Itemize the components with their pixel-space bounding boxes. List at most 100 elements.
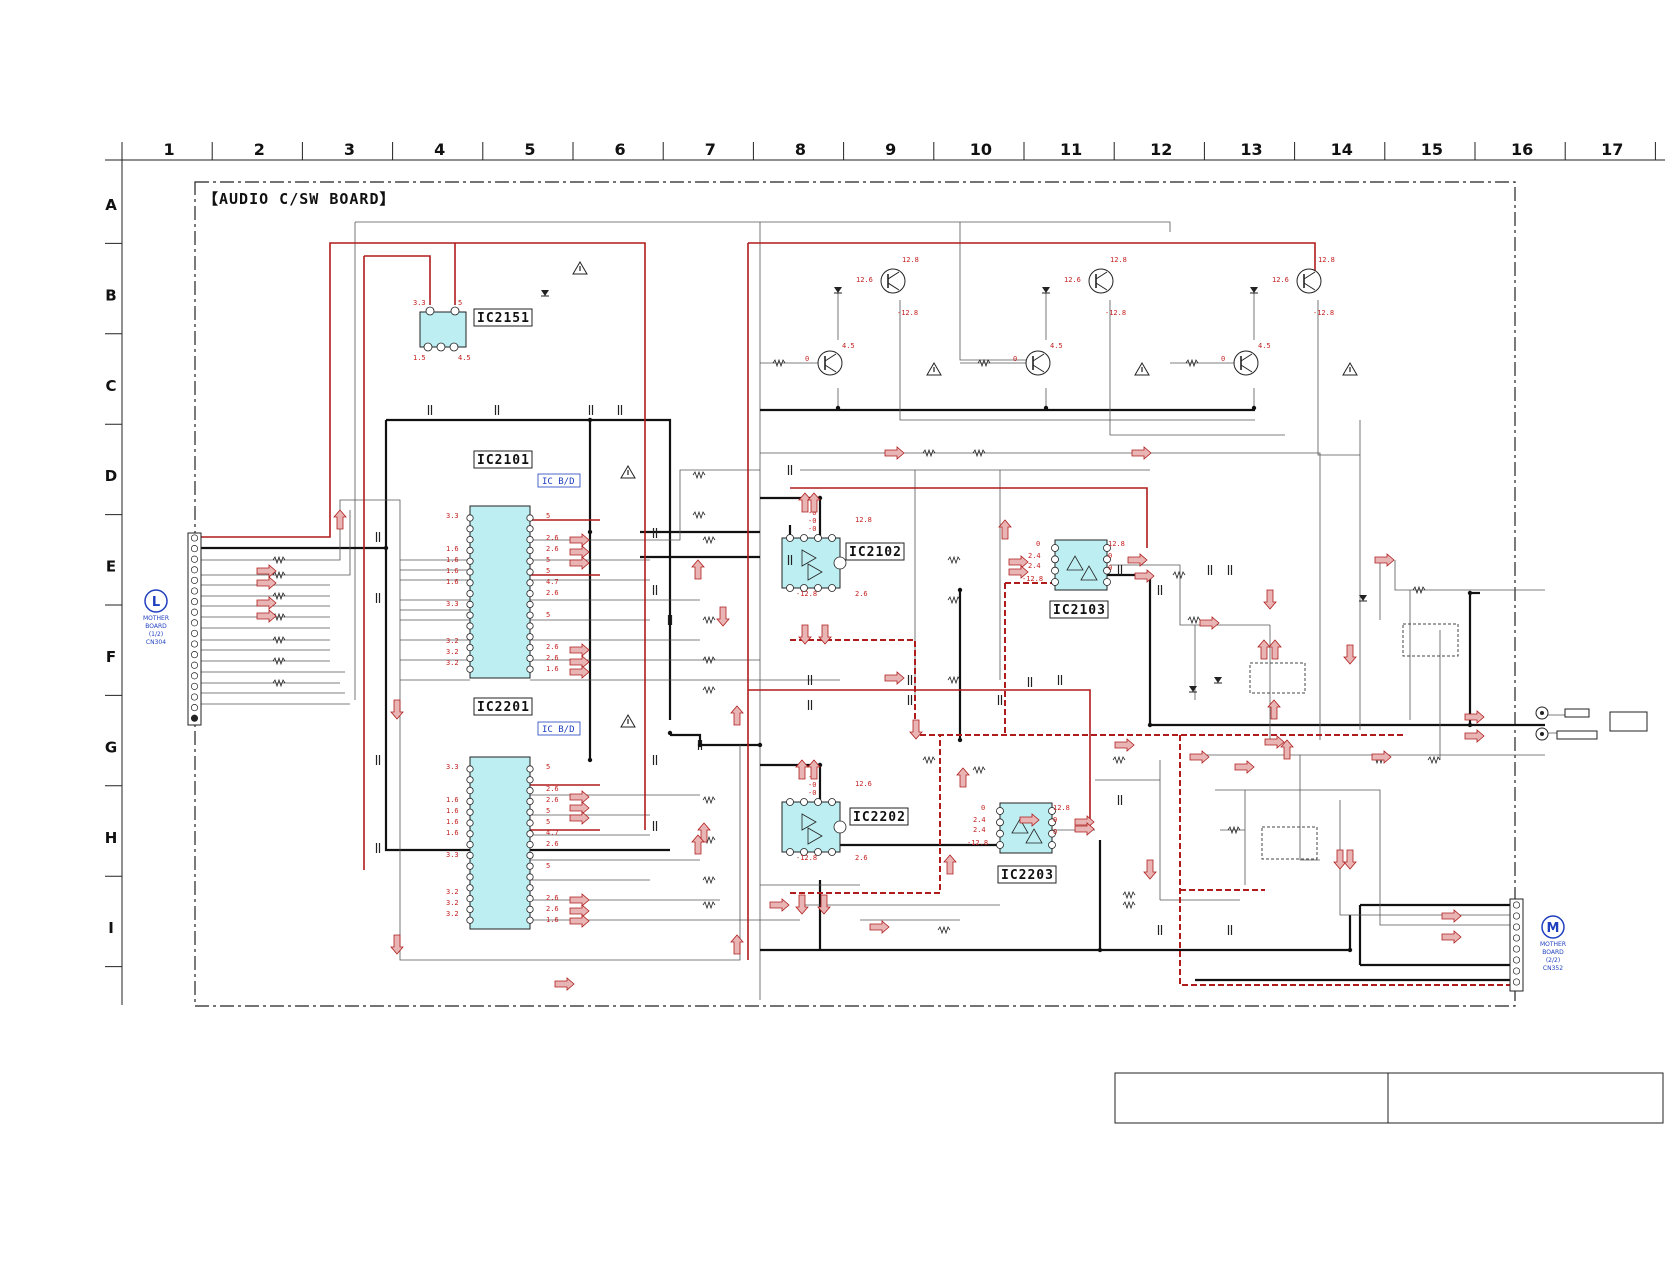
row-label: I <box>108 919 114 937</box>
signal-arrow-icon <box>1263 589 1277 610</box>
signal-arrow-icon <box>1464 729 1485 743</box>
resistor-icon <box>702 615 716 625</box>
wiring-black <box>195 221 1575 1000</box>
voltage-label: 0 <box>1053 816 1057 824</box>
signal-arrow-icon <box>569 914 590 928</box>
voltage-label: 0 <box>805 355 809 363</box>
ic2203-chip: IC2203 <box>996 802 1057 884</box>
connector-right: M MOTHER BOARD (2/2) CN352 <box>1509 898 1566 992</box>
junction-dot <box>757 742 763 748</box>
voltage-label: 3.2 <box>446 910 459 918</box>
signal-arrow-icon <box>256 576 277 590</box>
junction-dot <box>587 757 593 763</box>
signal-arrow-icon <box>1143 859 1157 880</box>
signal-arrow-icon <box>256 609 277 623</box>
resistor-icon <box>1122 900 1136 910</box>
svg-text:L: L <box>152 595 160 610</box>
column-label: 13 <box>1240 140 1262 159</box>
signal-arrow-icon <box>569 811 590 825</box>
signal-arrow-icon <box>569 643 590 657</box>
junction-dot <box>1347 947 1353 953</box>
voltage-label: 2.6 <box>546 654 559 662</box>
voltage-label: 1.6 <box>446 578 459 586</box>
column-label: 10 <box>970 140 992 159</box>
column-label: 3 <box>344 140 355 159</box>
voltage-label: 0 <box>1108 564 1112 572</box>
signal-arrow-icon <box>998 519 1012 540</box>
ic2103-chip: IC2103 <box>1049 539 1111 619</box>
junction-dot <box>1147 722 1153 728</box>
junction-dot <box>697 742 703 748</box>
voltage-label: 5 <box>546 807 550 815</box>
voltage-label: 1.6 <box>446 807 459 815</box>
voltage-label: 3.2 <box>446 659 459 667</box>
column-label: 8 <box>795 140 806 159</box>
ic2201-chip: IC2201 IC B/D <box>466 697 581 930</box>
voltage-label: 3.2 <box>446 899 459 907</box>
junction-dot <box>1251 405 1257 411</box>
voltage-label: 0 <box>1108 552 1112 560</box>
column-label: 7 <box>705 140 716 159</box>
voltage-label: 3.3 <box>413 299 426 307</box>
voltage-label: 0 <box>981 804 985 812</box>
diode-icon <box>1189 686 1197 692</box>
signal-arrow-icon <box>716 606 730 627</box>
column-label: 9 <box>885 140 896 159</box>
wiring-red <box>195 242 1520 986</box>
svg-text:CN304: CN304 <box>146 639 166 646</box>
signal-arrow-icon <box>691 559 705 580</box>
signal-arrow-icon <box>956 767 970 788</box>
signal-arrow-icon <box>1131 446 1152 460</box>
resistor-icon <box>702 795 716 805</box>
resistor-icon <box>702 685 716 695</box>
column-label: 12 <box>1150 140 1172 159</box>
ic2151-chip: IC2151 <box>419 306 533 352</box>
voltage-label: 12.8 <box>1053 804 1070 812</box>
voltage-label: 5 <box>546 512 550 520</box>
row-label: G <box>105 738 117 756</box>
column-label: 4 <box>434 140 445 159</box>
transistor-icon <box>1296 268 1322 294</box>
junction-dot <box>1467 722 1473 728</box>
voltage-label: 3.3 <box>446 512 459 520</box>
voltage-label: 2.6 <box>546 894 559 902</box>
diode-icon <box>1214 677 1222 683</box>
junction-dot <box>1467 590 1473 596</box>
ic2202-chip: IC2202 <box>781 798 909 856</box>
ic-bd-tag: IC B/D <box>542 477 575 487</box>
signal-arrow-icon <box>554 977 575 991</box>
voltage-label: 12.8 <box>855 516 872 524</box>
voltage-label: 1.6 <box>446 567 459 575</box>
column-label: 16 <box>1511 140 1533 159</box>
column-header: 1 2 3 4 5 6 7 8 9 10 11 12 13 14 15 16 17 <box>105 140 1665 1005</box>
signal-arrow-icon <box>1127 553 1148 567</box>
ic2202-label: IC2202 <box>853 810 906 825</box>
signal-arrow-icon <box>1114 738 1135 752</box>
diode-icon <box>541 290 549 296</box>
voltage-label: -12.8 <box>897 309 918 317</box>
voltage-label: 4.5 <box>842 342 855 350</box>
voltage-label: 12.8 <box>902 256 919 264</box>
voltage-label: -12.8 <box>1022 575 1043 583</box>
transistor-group <box>541 268 1367 693</box>
column-label: 15 <box>1421 140 1443 159</box>
column-label: 2 <box>254 140 265 159</box>
row-label: D <box>105 467 117 485</box>
voltage-label: 2.4 <box>1028 562 1041 570</box>
voltage-label: -12.8 <box>796 854 817 862</box>
signal-arrow-icon <box>1189 750 1210 764</box>
row-label: B <box>105 286 116 304</box>
signal-arrow-icon <box>569 801 590 815</box>
schematic-diagram: 1 2 3 4 5 6 7 8 9 10 11 12 13 14 15 16 17 ABCDEFGHI 【AUD… <box>105 140 1665 1124</box>
ic2201-label: IC2201 <box>477 700 530 715</box>
voltage-label: 12.8 <box>1108 540 1125 548</box>
signal-arrow-icon <box>1268 639 1282 660</box>
voltage-label: 12.8 <box>1110 256 1127 264</box>
junction-dot <box>383 545 389 551</box>
signal-arrow-icon <box>1343 644 1357 665</box>
voltage-label: 12.6 <box>855 780 872 788</box>
signal-arrow-icon <box>943 854 957 875</box>
diode-icon <box>834 287 842 293</box>
connector-left: L MOTHER BOARD (1/2) CN304 <box>143 532 202 726</box>
resistor-icon <box>937 925 951 935</box>
